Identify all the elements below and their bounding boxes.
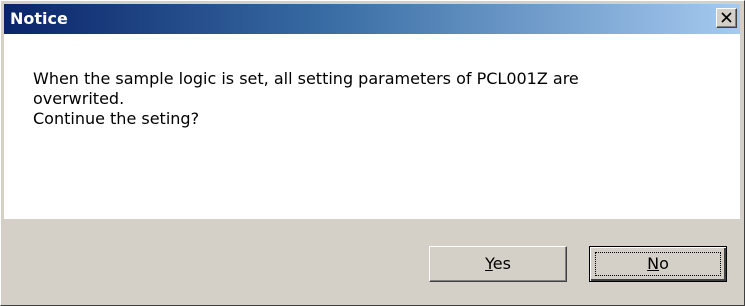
no-label: o (659, 254, 669, 273)
yes-accelerator: Y (485, 254, 493, 273)
message-line: When the sample logic is set, all settin… (33, 69, 579, 88)
dialog-title: Notice (10, 9, 68, 28)
yes-button[interactable]: Yes (429, 246, 567, 282)
message-line: overwrited. (33, 89, 125, 108)
notice-dialog: Notice When the sample logic is set, all… (0, 0, 745, 306)
message-line: Continue the seting? (33, 109, 200, 128)
title-bar[interactable]: Notice (4, 4, 740, 34)
no-button[interactable]: No (589, 246, 727, 282)
close-button[interactable] (716, 8, 737, 28)
yes-label: es (492, 254, 511, 273)
close-icon (721, 12, 732, 23)
no-accelerator: N (647, 254, 660, 273)
focus-rectangle: No (595, 252, 721, 276)
dialog-message: When the sample logic is set, all settin… (33, 69, 723, 129)
